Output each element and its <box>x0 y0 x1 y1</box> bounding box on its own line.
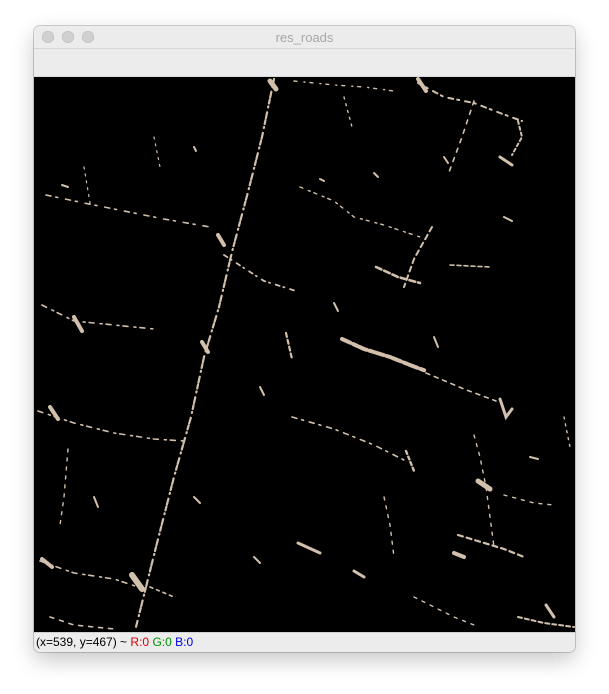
green-channel-value: G:0 <box>152 635 172 649</box>
status-bar: (x=539, y=467) ~ R:0 G:0 B:0 <box>34 632 575 652</box>
title-bar[interactable]: res_roads <box>34 26 575 49</box>
pixel-coordinates-readout: (x=539, y=467) ~ <box>36 635 131 649</box>
red-channel-value: R:0 <box>130 635 150 649</box>
image-window: res_roads (x=539, y=467) ~ R:0 G:0 B:0 <box>34 26 575 652</box>
road-mask-image <box>34 77 575 632</box>
image-canvas[interactable] <box>34 77 575 632</box>
toolbar <box>34 49 575 77</box>
window-title: res_roads <box>275 30 334 45</box>
blue-channel-value: B:0 <box>175 635 194 649</box>
